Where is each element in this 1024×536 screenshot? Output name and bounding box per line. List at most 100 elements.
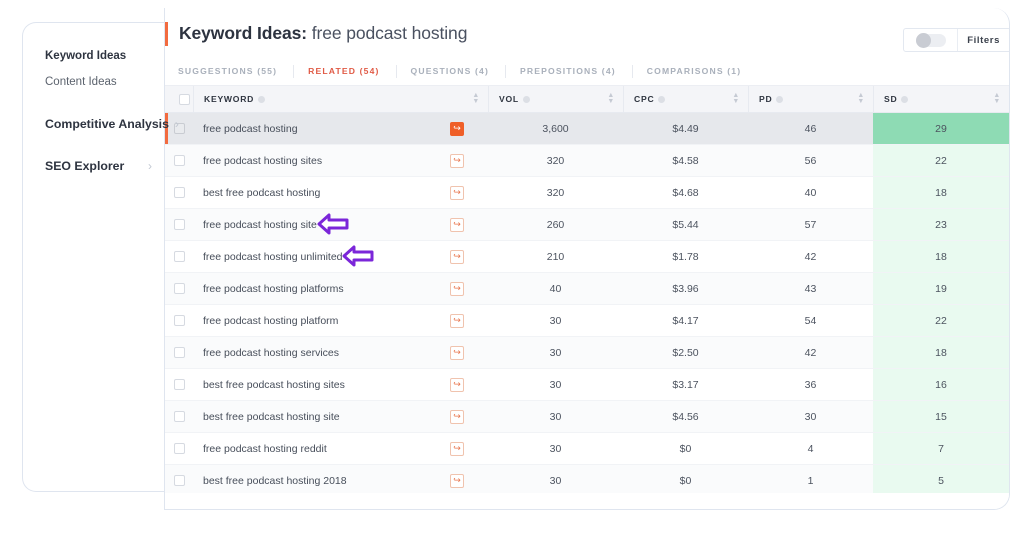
app-root: Keyword Ideas Content Ideas Competitive … xyxy=(0,0,1024,536)
row-checkbox[interactable] xyxy=(173,187,185,198)
sidebar-item-keyword-ideas[interactable]: Keyword Ideas xyxy=(23,43,164,69)
cell-cpc: $0 xyxy=(623,433,748,464)
column-header-pd[interactable]: PD ▲ ▼ xyxy=(748,86,873,112)
keyword-text: free podcast hosting reddit xyxy=(203,442,327,455)
cell-pd: 30 xyxy=(748,401,873,432)
row-checkbox[interactable] xyxy=(173,379,185,390)
keyword-text: free podcast hosting unlimited xyxy=(203,250,343,263)
keyword-text: best free podcast hosting xyxy=(203,186,321,199)
cell-pd: 42 xyxy=(748,241,873,272)
serp-overview-icon[interactable]: ↪ xyxy=(450,441,464,456)
row-select-cell xyxy=(165,337,193,368)
sort-icon[interactable]: ▲ ▼ xyxy=(857,92,865,105)
sort-icon[interactable]: ▲ ▼ xyxy=(472,92,480,105)
tab-suggestions[interactable]: SUGGESTIONS (55) xyxy=(178,65,295,78)
table-row[interactable]: best free podcast hosting sites ↪ 30 $3.17 3… xyxy=(165,369,1009,401)
row-checkbox[interactable] xyxy=(173,219,185,230)
select-all-checkbox[interactable] xyxy=(178,93,190,105)
row-checkbox[interactable] xyxy=(173,315,185,326)
serp-overview-icon[interactable]: ↪ xyxy=(450,313,464,328)
sd-value: 18 xyxy=(935,346,947,359)
cell-pd: 36 xyxy=(748,369,873,400)
table-row[interactable]: free podcast hosting services ↪ 30 $2.50 42 1… xyxy=(165,337,1009,369)
table-row[interactable]: free podcast hosting platform ↪ 30 $4.17 54 2… xyxy=(165,305,1009,337)
info-icon[interactable] xyxy=(258,95,266,103)
serp-overview-icon[interactable]: ↪ xyxy=(450,121,464,136)
sd-value: 29 xyxy=(935,122,947,135)
serp-overview-icon[interactable]: ↪ xyxy=(450,377,464,392)
tab-prepositions[interactable]: PREPOSITIONS (4) xyxy=(520,65,633,78)
table-row[interactable]: free podcast hosting unlimited ↪ 210 $1.78 4… xyxy=(165,241,1009,273)
table-row[interactable]: best free podcast hosting site ↪ 30 $4.56 30… xyxy=(165,401,1009,433)
table-row[interactable]: free podcast hosting ↪ 3,600 $4.49 46 29 xyxy=(165,113,1009,145)
vol-value: 30 xyxy=(549,346,562,359)
cell-sd: 18 xyxy=(873,337,1009,368)
cell-pd: 46 xyxy=(748,113,873,144)
table-row[interactable]: best free podcast hosting ↪ 320 $4.68 40 18 xyxy=(165,177,1009,209)
serp-overview-icon[interactable]: ↪ xyxy=(450,185,464,200)
info-icon[interactable] xyxy=(658,95,666,103)
row-select-cell xyxy=(165,241,193,272)
column-header-vol[interactable]: VOL ▲ ▼ xyxy=(488,86,623,112)
row-checkbox[interactable] xyxy=(173,283,185,294)
select-all-header xyxy=(165,86,193,112)
sd-value: 15 xyxy=(935,410,947,423)
sort-icon[interactable]: ▲ ▼ xyxy=(732,92,740,105)
pd-value: 40 xyxy=(804,186,817,199)
tab-comparisons[interactable]: COMPARISONS (1) xyxy=(647,65,757,78)
pd-value: 42 xyxy=(804,346,817,359)
tab-related[interactable]: RELATED (54) xyxy=(308,65,397,78)
cell-cpc: $3.17 xyxy=(623,369,748,400)
serp-overview-icon[interactable]: ↪ xyxy=(450,249,464,264)
row-checkbox[interactable] xyxy=(173,155,185,166)
column-header-keyword[interactable]: KEYWORD ▲ ▼ xyxy=(193,86,488,112)
serp-overview-icon[interactable]: ↪ xyxy=(450,217,464,232)
column-label: KEYWORD xyxy=(204,94,255,104)
serp-overview-icon[interactable]: ↪ xyxy=(450,409,464,424)
serp-overview-icon[interactable]: ↪ xyxy=(450,153,464,168)
sidebar: Keyword Ideas Content Ideas Competitive … xyxy=(22,22,179,492)
table-row[interactable]: free podcast hosting sites ↪ 320 $4.58 56 22 xyxy=(165,145,1009,177)
sort-icon[interactable]: ▲ ▼ xyxy=(993,92,1001,105)
serp-overview-icon[interactable]: ↪ xyxy=(450,473,464,488)
sidebar-item-label: Content Ideas xyxy=(45,76,117,88)
serp-overview-icon[interactable]: ↪ xyxy=(450,281,464,296)
cell-sd: 15 xyxy=(873,401,1009,432)
row-checkbox[interactable] xyxy=(173,251,185,262)
cell-sd: 7 xyxy=(873,433,1009,464)
column-header-sd[interactable]: SD ▲ ▼ xyxy=(873,86,1009,112)
sidebar-item-seo-explorer[interactable]: SEO Explorer › xyxy=(23,153,164,179)
cell-vol: ↪ 30 xyxy=(450,401,623,432)
column-header-cpc[interactable]: CPC ▲ ▼ xyxy=(623,86,748,112)
row-checkbox[interactable] xyxy=(173,411,185,422)
info-icon[interactable] xyxy=(901,95,909,103)
table-row[interactable]: free podcast hosting reddit ↪ 30 $0 4 7 xyxy=(165,433,1009,465)
filters-button[interactable]: Filters xyxy=(958,29,1009,51)
cell-cpc: $4.49 xyxy=(623,113,748,144)
filters-toggle[interactable] xyxy=(904,29,959,51)
sidebar-item-content-ideas[interactable]: Content Ideas xyxy=(23,69,164,95)
cpc-value: $4.17 xyxy=(672,314,699,327)
row-checkbox[interactable] xyxy=(173,347,185,358)
sort-icon[interactable]: ▲ ▼ xyxy=(607,92,615,105)
info-icon[interactable] xyxy=(522,95,530,103)
cell-sd: 22 xyxy=(873,305,1009,336)
serp-overview-icon[interactable]: ↪ xyxy=(450,345,464,360)
table-row[interactable]: free podcast hosting site ↪ 260 $5.44 57 23 xyxy=(165,209,1009,241)
sidebar-item-competitive-analysis[interactable]: Competitive Analysis › xyxy=(23,111,179,137)
cpc-value: $4.58 xyxy=(672,154,699,167)
tab-questions[interactable]: QUESTIONS (4) xyxy=(411,65,506,78)
vol-value: 210 xyxy=(546,250,565,263)
cell-vol: ↪ 30 xyxy=(450,465,623,496)
chevron-right-icon: › xyxy=(148,159,152,173)
info-icon[interactable] xyxy=(776,95,784,103)
keyword-text: free podcast hosting platform xyxy=(203,314,339,327)
column-label: CPC xyxy=(634,94,655,104)
row-checkbox[interactable] xyxy=(173,443,185,454)
column-label: PD xyxy=(759,94,773,104)
row-checkbox[interactable] xyxy=(173,475,185,486)
column-label: SD xyxy=(884,94,898,104)
row-select-cell xyxy=(165,273,193,304)
toggle-track xyxy=(915,32,946,48)
table-row[interactable]: free podcast hosting platforms ↪ 40 $3.96 43… xyxy=(165,273,1009,305)
